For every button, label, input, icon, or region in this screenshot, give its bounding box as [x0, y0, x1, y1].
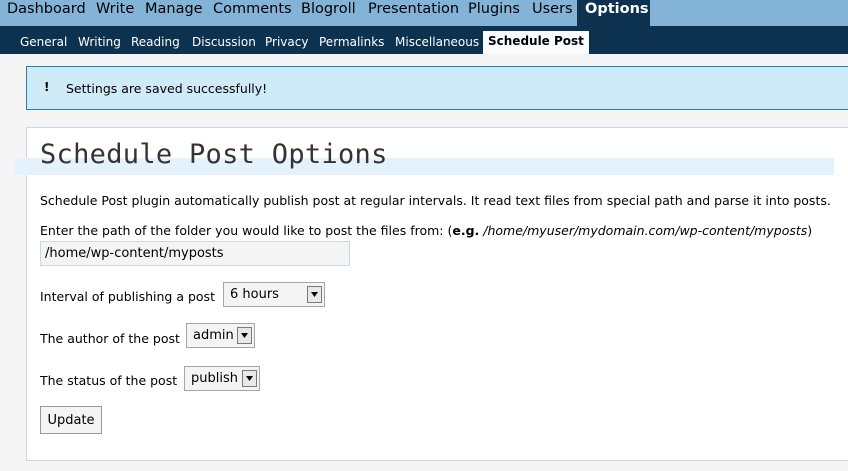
chevron-down-icon[interactable] — [237, 327, 252, 344]
chevron-down-icon[interactable] — [242, 370, 257, 387]
path-label-example: /home/myuser/mydomain.com/wp-content/myp… — [483, 223, 808, 238]
interval-label: Interval of publishing a post — [40, 289, 215, 304]
submenu-item-schedule-post[interactable]: Schedule Post — [483, 31, 589, 54]
update-button[interactable]: Update — [40, 406, 102, 434]
path-label-suffix: ) — [807, 223, 813, 238]
submenu-item-miscellaneous[interactable]: Miscellaneous — [395, 30, 479, 50]
interval-value: 6 hours — [230, 287, 279, 302]
admin-menu: Dashboard Write Manage Comments Blogroll… — [0, 0, 848, 26]
status-label: The status of the post — [40, 373, 178, 388]
menu-item-presentation[interactable]: Presentation — [368, 0, 459, 26]
submenu-item-privacy[interactable]: Privacy — [265, 30, 308, 50]
submenu-item-reading[interactable]: Reading — [131, 30, 180, 50]
menu-item-dashboard[interactable]: Dashboard — [0, 0, 89, 26]
submenu-item-writing[interactable]: Writing — [78, 30, 121, 50]
author-select[interactable]: admin — [186, 323, 255, 348]
interval-select[interactable]: 6 hours — [223, 282, 325, 307]
success-message: ! Settings are saved successfully! — [26, 66, 848, 110]
menu-item-write[interactable]: Write — [96, 0, 134, 26]
status-select[interactable]: publish — [184, 366, 260, 391]
chevron-down-icon[interactable] — [307, 286, 322, 303]
menu-item-options[interactable]: Options — [577, 0, 650, 26]
status-value: publish — [191, 371, 238, 386]
submenu-item-general[interactable]: General — [20, 30, 67, 50]
menu-item-manage[interactable]: Manage — [145, 0, 203, 26]
page-title: Schedule Post Options — [40, 139, 388, 170]
path-label-eg: e.g. — [452, 223, 480, 238]
submenu-item-permalinks[interactable]: Permalinks — [319, 30, 384, 50]
path-label-prefix: Enter the path of the folder you would l… — [40, 223, 453, 238]
info-icon: ! — [44, 80, 50, 94]
message-text: Settings are saved successfully! — [66, 81, 268, 96]
path-label: Enter the path of the folder you would l… — [40, 223, 812, 238]
plugin-description: Schedule Post plugin automatically publi… — [40, 193, 831, 208]
submenu-item-discussion[interactable]: Discussion — [192, 30, 256, 50]
menu-item-blogroll[interactable]: Blogroll — [301, 0, 356, 26]
author-value: admin — [193, 328, 234, 343]
folder-path-input[interactable] — [40, 241, 350, 266]
menu-item-plugins[interactable]: Plugins — [468, 0, 520, 26]
author-label: The author of the post — [40, 331, 180, 346]
menu-item-comments[interactable]: Comments — [213, 0, 292, 26]
sub-menu: General Writing Reading Discussion Priva… — [0, 26, 848, 54]
menu-item-users[interactable]: Users — [532, 0, 573, 26]
